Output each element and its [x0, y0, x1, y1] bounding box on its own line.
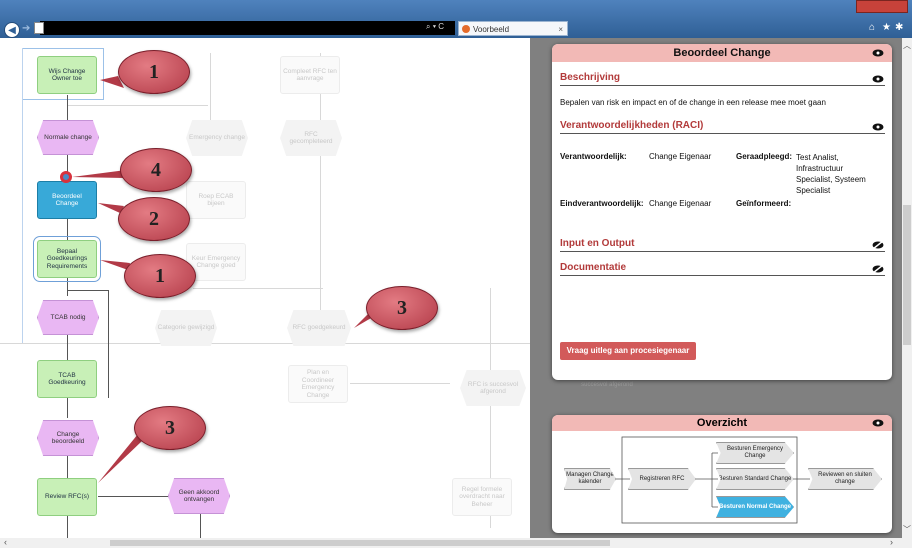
callout-4: 4	[120, 148, 192, 192]
section-documentatie-heading[interactable]: Documentatie	[560, 262, 885, 276]
eye-icon[interactable]	[872, 123, 884, 131]
overview-panel: Overzicht Managen Change kalender Regist…	[552, 415, 892, 533]
section-raci-heading[interactable]: Verantwoordelijkheden (RACI)	[560, 120, 885, 134]
eye-slash-icon[interactable]	[872, 265, 884, 273]
detail-panel: Beoordeel Change Beschrijving Bepalen va…	[552, 44, 892, 380]
section-input-output-heading[interactable]: Input en Output	[560, 238, 885, 252]
eindverantwoordelijk-value: Change Eigenaar	[649, 199, 712, 208]
overview-besturen-normal[interactable]: Besturen Normal Change	[716, 496, 794, 518]
overview-registreren-rfc[interactable]: Registreren RFC	[628, 468, 696, 490]
forward-icon[interactable]: ➔	[22, 23, 30, 34]
address-bar[interactable]	[40, 21, 455, 35]
search-dropdown-icon[interactable]: ⌕ ▾ C	[426, 22, 444, 32]
geinformeerd-label: Geïnformeerd:	[736, 199, 792, 208]
node-succesvol-afgerond: succesvol afgerond	[581, 382, 633, 388]
home-icon[interactable]: ⌂	[869, 22, 875, 33]
process-diagram: Wijs Change Owner toe Normale change Beo…	[0, 38, 530, 538]
scroll-left-icon[interactable]: ‹	[4, 537, 7, 547]
gear-icon[interactable]: ✱	[895, 22, 903, 33]
tab-voorbeeld[interactable]: Voorbeeld ×	[458, 21, 568, 36]
overview-besturen-emergency[interactable]: Besturen Emergency Change	[716, 442, 794, 464]
back-icon[interactable]: ◀	[4, 22, 20, 38]
geraadpleegd-value: Test Analist, Infrastructuur Specialist,…	[796, 153, 866, 195]
scroll-right-icon[interactable]: ›	[890, 537, 893, 547]
star-icon[interactable]: ★	[882, 22, 891, 33]
page-icon	[34, 22, 44, 34]
eye-icon[interactable]	[872, 49, 884, 57]
panel-title: Beoordeel Change	[552, 44, 892, 62]
verantwoordelijk-value: Change Eigenaar	[649, 152, 712, 161]
scroll-down-icon[interactable]: ﹀	[903, 524, 911, 535]
horizontal-scroll-thumb[interactable]	[110, 540, 610, 546]
ask-process-owner-button[interactable]: Vraag uitleg aan procesiegenaar	[560, 342, 696, 360]
tab-title: Voorbeeld	[473, 25, 510, 34]
callout-3-right: 3	[366, 286, 438, 330]
vertical-scroll-thumb[interactable]	[903, 205, 911, 345]
eye-slash-icon[interactable]	[872, 241, 884, 249]
callout-1-top: 1	[118, 50, 190, 94]
eindverantwoordelijk-label: Eindverantwoordelijk:	[560, 199, 644, 208]
window-controls[interactable]	[856, 0, 908, 13]
callout-3-bottom: 3	[134, 406, 206, 450]
close-tab-icon[interactable]: ×	[558, 22, 563, 37]
scroll-up-icon[interactable]: ︿	[903, 40, 911, 51]
overview-besturen-standard[interactable]: Besturen Standard Change	[716, 468, 794, 490]
tab-favicon-icon	[462, 25, 470, 33]
callout-pointers	[72, 76, 378, 483]
verantwoordelijk-label: Verantwoordelijk:	[560, 152, 627, 161]
eye-icon[interactable]	[872, 75, 884, 83]
section-beschrijving-heading[interactable]: Beschrijving	[560, 72, 885, 86]
callout-2: 2	[118, 197, 190, 241]
callout-1-bottom: 1	[124, 254, 196, 298]
overview-managen-change[interactable]: Managen Change kalender	[564, 468, 616, 490]
overview-reviewen-sluiten[interactable]: Reviewen en sluiten change	[808, 468, 882, 490]
geraadpleegd-label: Geraadpleegd:	[736, 152, 793, 161]
beschrijving-text: Bepalen van risk en impact en of de chan…	[560, 98, 826, 107]
